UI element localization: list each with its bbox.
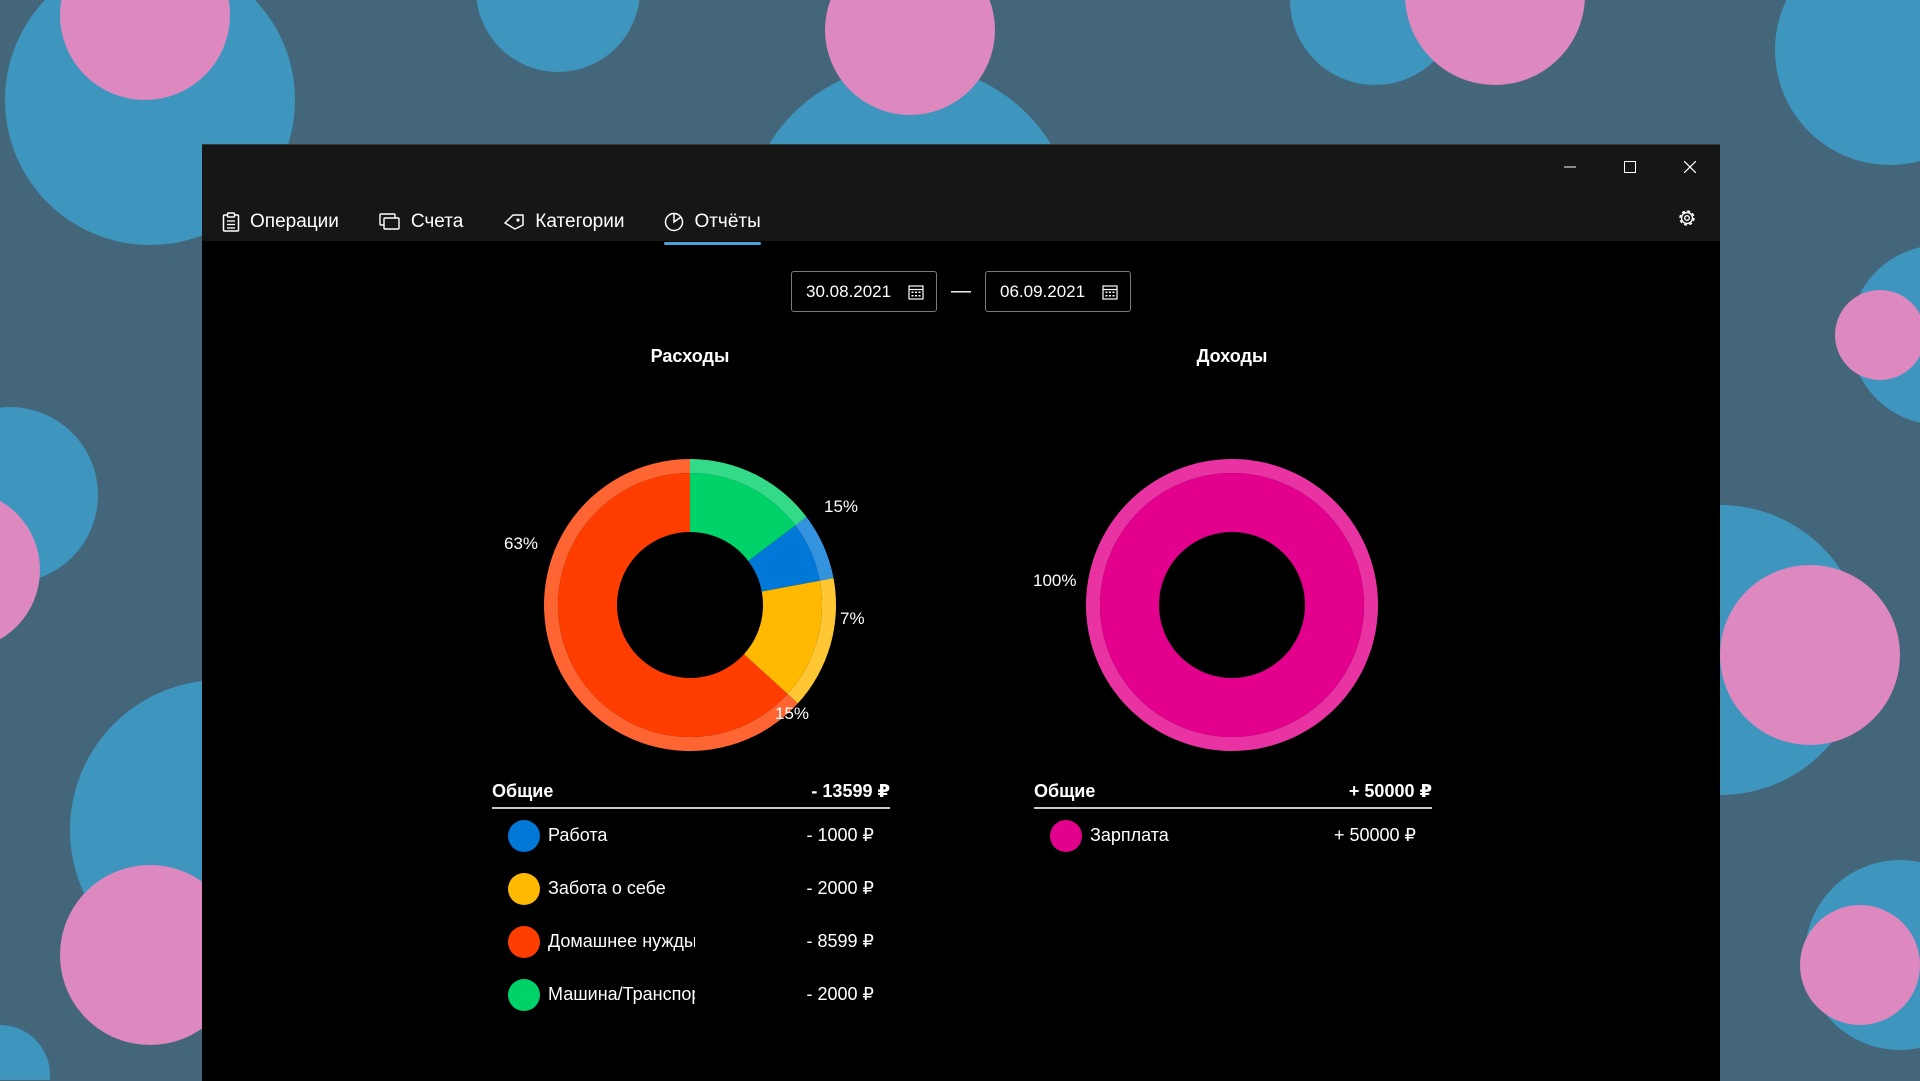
income-total-row: Общие + 50000 ₽ — [1034, 775, 1432, 809]
list-item[interactable]: Забота о себе - 2000 ₽ — [492, 862, 890, 915]
date-to-picker[interactable]: 06.09.2021 — [985, 271, 1131, 312]
tab-categories[interactable]: Категории — [503, 203, 624, 241]
title-bar: Операции Счета Категории Отчёты — [202, 145, 1720, 245]
category-color-dot — [508, 872, 540, 905]
category-color-dot — [1050, 819, 1082, 852]
window-controls — [1540, 145, 1720, 189]
income-donut-chart — [1086, 459, 1379, 751]
slice-label: 15% — [824, 497, 859, 516]
list-item[interactable]: Домашнее нужды - 8599 ₽ — [492, 915, 890, 968]
tab-reports[interactable]: Отчёты — [664, 203, 762, 245]
close-button[interactable] — [1660, 145, 1720, 189]
tab-accounts[interactable]: Счета — [379, 203, 463, 241]
category-color-dot — [508, 819, 540, 852]
category-color-dot — [508, 925, 540, 958]
slice-label: 7% — [840, 609, 865, 628]
date-separator: — — [951, 280, 971, 302]
tab-operations[interactable]: Операции — [222, 203, 339, 241]
date-to-value: 06.09.2021 — [1000, 281, 1086, 301]
category-amount: + 50000 ₽ — [1333, 825, 1416, 845]
slice-label: 100% — [1033, 571, 1077, 590]
app-window: Операции Счета Категории Отчёты 30.08.20… — [202, 144, 1720, 1081]
tab-label: Отчёты — [694, 211, 761, 232]
category-name: Забота о себе — [548, 878, 666, 898]
income-title: Доходы — [1196, 346, 1268, 366]
total-value: + 50000 ₽ — [1348, 780, 1432, 801]
tag-icon — [504, 214, 525, 230]
total-value: - 13599 ₽ — [811, 780, 890, 801]
date-from-picker[interactable]: 30.08.2021 — [791, 271, 937, 312]
maximize-button[interactable] — [1600, 145, 1660, 189]
list-item[interactable]: Зарплата + 50000 ₽ — [1034, 809, 1432, 862]
category-name: Работа — [548, 825, 608, 845]
expenses-summary: Общие - 13599 ₽ Работа - 1000 ₽ Забота о… — [492, 775, 890, 1021]
close-icon — [1684, 161, 1696, 173]
category-amount: - 8599 ₽ — [806, 931, 875, 951]
slice-label: 63% — [504, 534, 539, 553]
category-name: Зарплата — [1090, 825, 1169, 845]
category-name: Машина/Транспорт — [548, 984, 695, 1004]
category-name: Домашнее нужды — [548, 931, 695, 951]
total-label: Общие — [492, 780, 554, 801]
minimize-button[interactable] — [1540, 145, 1600, 189]
gear-icon — [1679, 210, 1695, 226]
category-color-dot — [508, 978, 540, 1011]
list-item[interactable]: Машина/Транспорт - 2000 ₽ — [492, 968, 890, 1021]
accounts-icon — [379, 213, 400, 230]
list-item[interactable]: Работа - 1000 ₽ — [492, 809, 890, 862]
clipboard-icon — [222, 212, 240, 232]
calendar-icon — [908, 284, 924, 300]
tab-label: Счета — [410, 211, 464, 232]
minimize-icon — [1564, 166, 1576, 168]
date-from-value: 30.08.2021 — [806, 281, 892, 301]
donut-slice[interactable] — [1086, 459, 1379, 751]
settings-button[interactable] — [1672, 203, 1702, 233]
slice-label: 15% — [775, 704, 810, 723]
expenses-total-row: Общие - 13599 ₽ — [492, 775, 890, 809]
pie-chart-icon — [665, 212, 684, 232]
expenses-title: Расходы — [650, 346, 730, 366]
category-amount: - 1000 ₽ — [806, 825, 875, 845]
category-amount: - 2000 ₽ — [806, 878, 875, 898]
date-range: 30.08.2021 — 06.09.2021 — [202, 271, 1720, 312]
nav-tabs: Операции Счета Категории Отчёты — [222, 203, 801, 245]
income-summary: Общие + 50000 ₽ Зарплата + 50000 ₽ — [1034, 775, 1432, 862]
tab-label: Операции — [250, 211, 339, 232]
tab-label: Категории — [535, 211, 625, 232]
calendar-icon — [1102, 284, 1118, 300]
total-label: Общие — [1034, 780, 1096, 801]
slice-body — [1099, 473, 1364, 737]
maximize-icon — [1624, 161, 1636, 173]
category-amount: - 2000 ₽ — [806, 984, 875, 1004]
